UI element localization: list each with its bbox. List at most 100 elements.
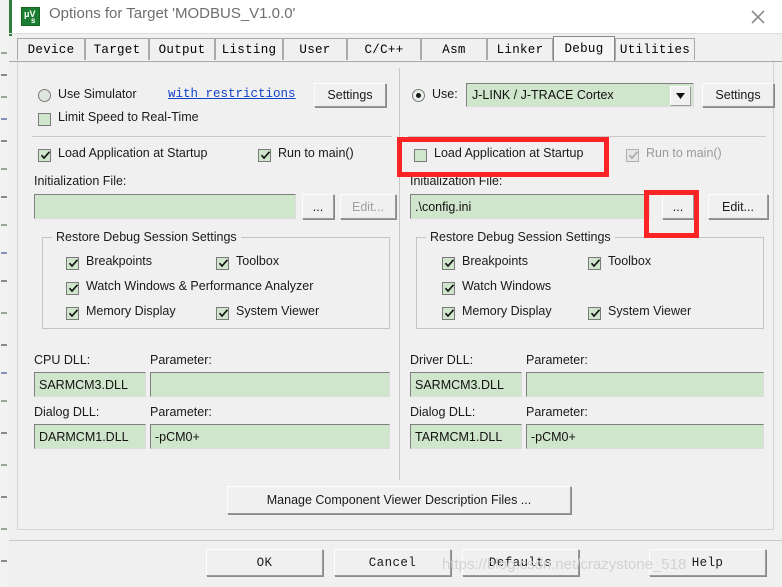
right-browse-button[interactable]: ...	[662, 194, 694, 219]
check-mark-icon	[40, 150, 51, 161]
right-run-to-main-checkbox[interactable]	[626, 149, 639, 162]
cpu-dll-label: CPU DLL:	[34, 353, 91, 367]
options-dialog-screen: μV s Options for Target 'MODBUS_V1.0.0' …	[0, 0, 782, 587]
left-memory-display-label: Memory Display	[86, 304, 176, 318]
right-divider	[408, 136, 766, 137]
keil-uvision-icon: μV s	[21, 7, 40, 26]
titlebar-divider	[9, 33, 782, 34]
left-toolbox-label: Toolbox	[236, 254, 280, 268]
right-init-file-input[interactable]: .\config.ini	[410, 194, 650, 219]
left-breakpoints-checkbox[interactable]	[66, 257, 79, 270]
panel-separator	[399, 68, 400, 480]
tab-asm[interactable]: Asm	[421, 38, 487, 60]
tab-debug[interactable]: Debug	[553, 36, 615, 61]
tab-user[interactable]: User	[283, 38, 347, 60]
use-simulator-radio[interactable]	[38, 89, 51, 102]
left-load-app-label: Load Application at Startup	[58, 146, 208, 160]
left-init-file-label: Initialization File:	[34, 174, 127, 188]
footer-divider	[9, 540, 782, 541]
tab-target[interactable]: Target	[85, 38, 149, 60]
left-dialog-parameter-input[interactable]: -pCM0+	[150, 424, 390, 449]
right-toolbox-label: Toolbox	[608, 254, 652, 268]
left-browse-button[interactable]: ...	[302, 194, 334, 219]
driver-parameter-label: Parameter:	[526, 353, 588, 367]
right-run-to-main-label: Run to main()	[646, 146, 722, 160]
right-init-file-label: Initialization File:	[410, 174, 503, 188]
cancel-button[interactable]: Cancel	[334, 549, 451, 576]
left-watch-windows-checkbox[interactable]	[66, 282, 79, 295]
use-driver-radio[interactable]	[412, 89, 425, 102]
tab-listing[interactable]: Listing	[215, 38, 283, 60]
simulator-settings-button[interactable]: Settings	[314, 83, 386, 107]
right-memory-display-label: Memory Display	[462, 304, 552, 318]
left-watch-windows-label: Watch Windows & Performance Analyzer	[86, 279, 314, 293]
background-ide-strip	[0, 0, 9, 587]
left-toolbox-checkbox[interactable]	[216, 257, 229, 270]
right-dialog-dll-input[interactable]: TARMCM1.DLL	[410, 424, 522, 449]
left-memory-display-checkbox[interactable]	[66, 307, 79, 320]
right-dialog-parameter-label: Parameter:	[526, 405, 588, 419]
right-restore-session-title: Restore Debug Session Settings	[426, 230, 615, 244]
title-bar: μV s Options for Target 'MODBUS_V1.0.0'	[9, 0, 782, 36]
tab-utilities[interactable]: Utilities	[615, 38, 695, 60]
dialog-window: μV s Options for Target 'MODBUS_V1.0.0' …	[9, 0, 782, 587]
manage-component-viewer-button[interactable]: Manage Component Viewer Description File…	[227, 486, 571, 514]
left-system-viewer-label: System Viewer	[236, 304, 320, 318]
left-run-to-main-checkbox[interactable]	[258, 149, 271, 162]
tab-cpp[interactable]: C/C++	[347, 38, 421, 60]
driver-dropdown[interactable]: J-LINK / J-TRACE Cortex	[466, 83, 694, 107]
left-restore-session-title: Restore Debug Session Settings	[52, 230, 241, 244]
right-system-viewer-checkbox[interactable]	[588, 307, 601, 320]
window-title: Options for Target 'MODBUS_V1.0.0'	[49, 5, 296, 22]
limit-speed-checkbox[interactable]	[38, 113, 51, 126]
right-breakpoints-label: Breakpoints	[462, 254, 529, 268]
with-restrictions-link[interactable]: with restrictions	[168, 87, 296, 101]
icon-glyph-s: s	[31, 16, 36, 25]
left-dialog-dll-label: Dialog DLL:	[34, 405, 100, 419]
use-simulator-label: Use Simulator	[58, 87, 137, 101]
cpu-dll-input[interactable]: SARMCM3.DLL	[34, 372, 146, 397]
right-dialog-dll-label: Dialog DLL:	[410, 405, 476, 419]
left-load-app-checkbox[interactable]	[38, 149, 51, 162]
radio-dot-icon	[416, 93, 421, 98]
debug-tab-panel: Use Simulator with restrictions Settings…	[17, 62, 774, 530]
right-watch-windows-label: Watch Windows	[462, 279, 552, 293]
tab-linker[interactable]: Linker	[487, 38, 553, 60]
limit-speed-label: Limit Speed to Real-Time	[58, 110, 199, 124]
driver-parameter-input[interactable]	[526, 372, 764, 397]
close-icon	[751, 10, 765, 24]
left-edit-button[interactable]: Edit...	[340, 194, 396, 219]
left-dialog-parameter-label: Parameter:	[150, 405, 212, 419]
driver-dropdown-value: J-LINK / J-TRACE Cortex	[472, 88, 614, 102]
check-mark-icon	[260, 150, 271, 161]
right-watch-windows-checkbox[interactable]	[442, 282, 455, 295]
close-button[interactable]	[734, 0, 782, 33]
right-memory-display-checkbox[interactable]	[442, 307, 455, 320]
left-breakpoints-label: Breakpoints	[86, 254, 153, 268]
ok-button[interactable]: OK	[206, 549, 323, 576]
right-load-app-checkbox[interactable]	[414, 149, 427, 162]
left-divider	[32, 136, 392, 137]
cpu-parameter-label: Parameter:	[150, 353, 212, 367]
chevron-down-icon[interactable]	[670, 86, 691, 106]
left-dialog-dll-input[interactable]: DARMCM1.DLL	[34, 424, 146, 449]
right-system-viewer-label: System Viewer	[608, 304, 692, 318]
tab-output[interactable]: Output	[149, 38, 215, 60]
right-toolbox-checkbox[interactable]	[588, 257, 601, 270]
cpu-parameter-input[interactable]	[150, 372, 390, 397]
right-edit-button[interactable]: Edit...	[708, 194, 768, 219]
right-load-app-label: Load Application at Startup	[434, 146, 584, 160]
watermark-text: https://blog.csdn.net/crazystone_518	[442, 556, 687, 573]
check-mark-icon	[628, 150, 639, 161]
left-run-to-main-label: Run to main()	[278, 146, 354, 160]
right-dialog-parameter-input[interactable]: -pCM0+	[526, 424, 764, 449]
window-edge-accent	[9, 0, 12, 36]
tab-device[interactable]: Device	[17, 38, 85, 60]
driver-dll-label: Driver DLL:	[410, 353, 474, 367]
left-init-file-input[interactable]	[34, 194, 296, 219]
use-driver-label: Use:	[432, 87, 458, 101]
left-system-viewer-checkbox[interactable]	[216, 307, 229, 320]
driver-dll-input[interactable]: SARMCM3.DLL	[410, 372, 522, 397]
driver-settings-button[interactable]: Settings	[702, 83, 774, 107]
right-breakpoints-checkbox[interactable]	[442, 257, 455, 270]
